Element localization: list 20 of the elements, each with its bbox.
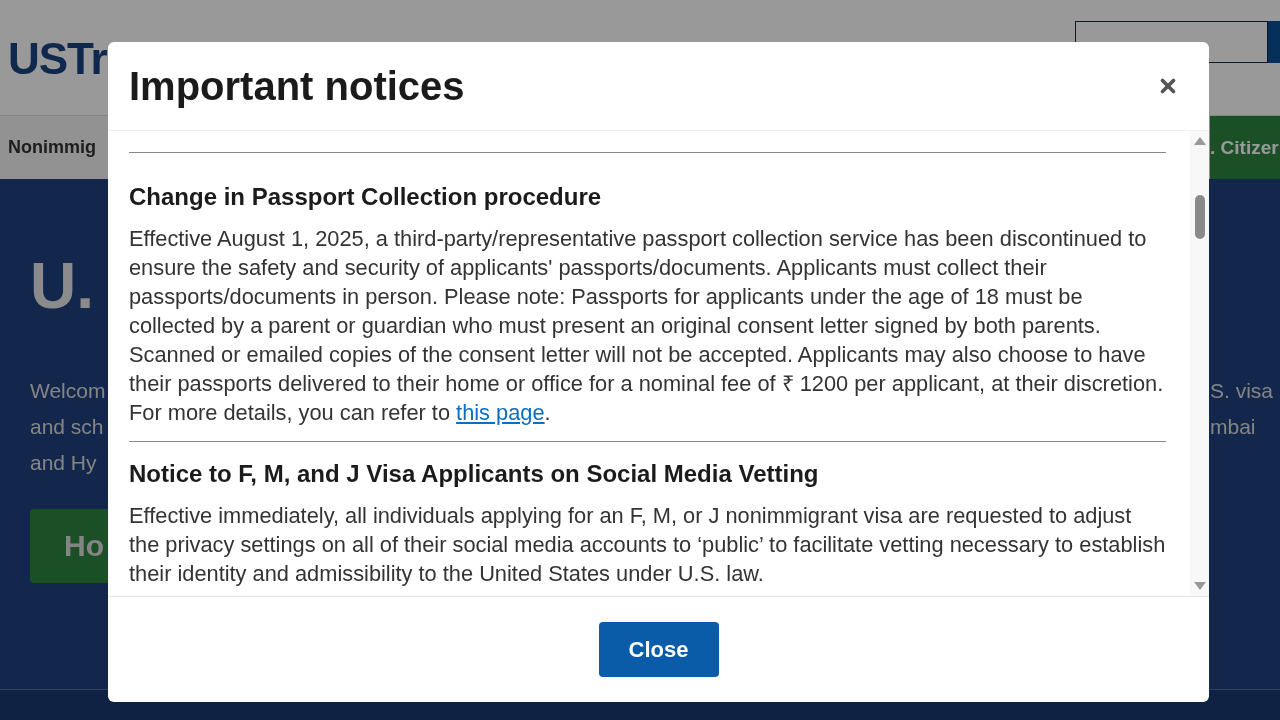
scroll-thumb[interactable] <box>1194 195 1205 239</box>
hero-text: mbai <box>1210 415 1257 439</box>
close-button[interactable]: Close <box>598 622 719 677</box>
scrollbar[interactable] <box>1190 131 1209 596</box>
scroll-down-icon[interactable] <box>1193 582 1206 590</box>
site-logo[interactable]: USTr <box>8 34 107 84</box>
notice-heading: Notice to F, M, and J Visa Applicants on Social Media Vetting <box>129 460 820 488</box>
dialog-title: Important notices <box>129 63 465 109</box>
notice-heading: Change in Passport Collection procedure <box>129 183 603 211</box>
notice-text: Effective immediately, all individuals applying for an F, M, or J nonimmigrant visa are requested to adjust the privacy settings on all of their social media accounts to ‘public’ to facilitate vetting necessary to establish their identity and admissibility to the United States under U.S. law. <box>129 502 1166 588</box>
nav-button[interactable]: . Citizer <box>1210 116 1280 179</box>
nav-item[interactable]: Nonimmig <box>8 137 96 158</box>
scroll-up-icon[interactable] <box>1193 137 1206 145</box>
hero-text: and sch <box>30 415 104 439</box>
page-link[interactable]: this page <box>456 400 545 425</box>
hero-text: Welcom <box>30 379 106 403</box>
hero-title: U. <box>30 249 94 323</box>
hero-text: S. visa <box>1210 379 1275 403</box>
notice-text: Effective August 1, 2025, a third-party/representative passport collection service has been discontinued to ensure the safety and security of applicants' passports/documents. Applicants must collect their passports/documents in person. Please note: Passports for applicants under the age of 18 must be collected by a parent or guardian who must present an original consent letter signed by both parents. Scanned or emailed copies of the consent letter will not be accepted. Applicants may also choose to have their passports delivered to their home or office for a nominal fee of ₹ 1200 per applicant, at their discretion. For more details, you can refer to this page. <box>129 225 1165 427</box>
hero-text: and Hy <box>30 451 97 475</box>
